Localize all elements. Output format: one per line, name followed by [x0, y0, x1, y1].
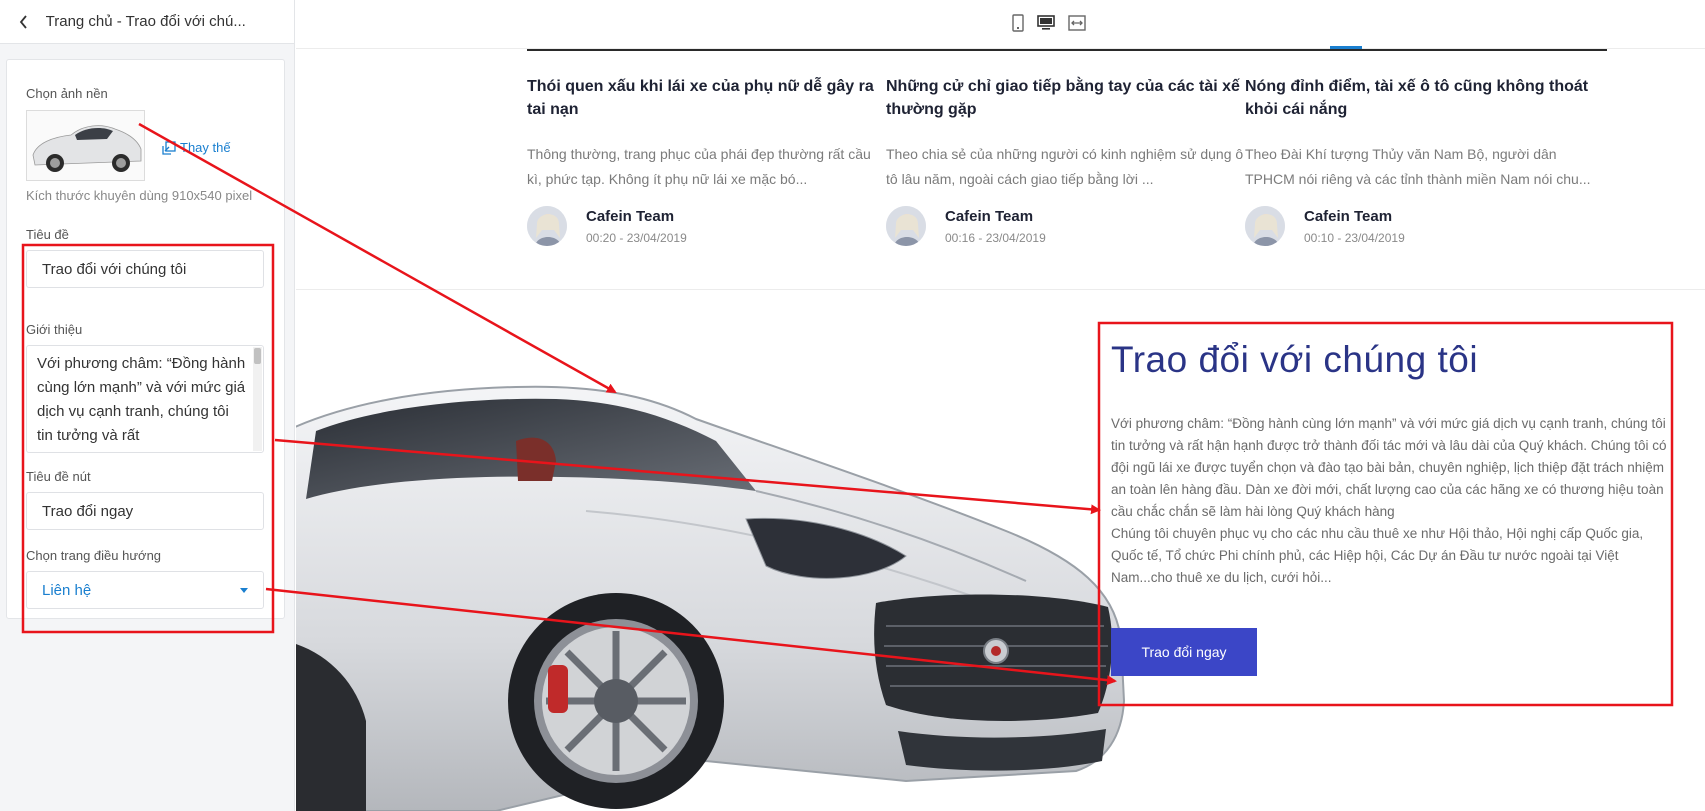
car-thumbnail-image: [27, 111, 144, 180]
intro-textarea[interactable]: Với phương châm: “Đồng hành cùng lớn mạn…: [26, 345, 264, 453]
author-name: Cafein Team: [586, 207, 675, 225]
nav-page-value: Liên hệ: [42, 581, 92, 599]
avatar-image: [886, 206, 926, 246]
author-avatar: [886, 206, 926, 246]
avatar-image: [527, 206, 567, 246]
tablet-icon: [1012, 14, 1024, 32]
panel-title: Trang chủ - Trao đổi với chú...: [45, 13, 246, 30]
post-card[interactable]: Nóng đỉnh điểm, tài xế ô tô cũng không t…: [1245, 49, 1607, 246]
editor-panel: Trang chủ - Trao đổi với chú... Chọn ảnh…: [0, 0, 295, 811]
fullwidth-view-button[interactable]: [1061, 10, 1093, 36]
post-image[interactable]: [1245, 49, 1607, 51]
post-excerpt: Theo chia sẻ của những người có kinh ngh…: [886, 146, 1244, 187]
post-title[interactable]: Thói quen xấu khi lái xe của phụ nữ dễ g…: [527, 75, 889, 121]
chevron-left-icon: [19, 14, 27, 29]
post-time: 00:16 - 23/04/2019: [945, 230, 1046, 245]
size-hint: Kích thước khuyên dùng 910x540 pixel: [26, 188, 253, 203]
page-preview: Thói quen xấu khi lái xe của phụ nữ dễ g…: [296, 49, 1705, 811]
post-time: 00:10 - 23/04/2019: [1304, 230, 1405, 245]
post-image[interactable]: [886, 49, 1248, 51]
replace-image-link[interactable]: Thay thế: [162, 140, 231, 155]
post-title[interactable]: Nóng đỉnh điểm, tài xế ô tô cũng không t…: [1245, 75, 1607, 121]
settings-card: Chọn ảnh nền Thay thế Kích thước khuyên …: [6, 59, 285, 619]
contact-desc-paragraph: Với phương châm: “Đồng hành cùng lớn mạn…: [1111, 416, 1667, 519]
post-author: Cafein Team 00:10 - 23/04/2019: [1245, 206, 1607, 246]
author-avatar: [1245, 206, 1285, 246]
title-label: Tiêu đề: [26, 227, 69, 242]
intro-label: Giới thiệu: [26, 322, 83, 337]
desktop-icon: [1037, 15, 1055, 30]
post-excerpt: Theo Đài Khí tượng Thủy văn Nam Bộ, ngườ…: [1245, 146, 1591, 187]
post-card[interactable]: Những cử chỉ giao tiếp bằng tay của các …: [886, 49, 1248, 246]
back-button[interactable]: [12, 10, 36, 34]
post-excerpt: Thông thường, trang phục của phái đẹp th…: [527, 146, 871, 187]
contact-section: Trao đổi với chúng tôi Với phương châm: …: [1111, 339, 1681, 676]
device-toolbar: [296, 0, 1705, 49]
post-author: Cafein Team 00:20 - 23/04/2019: [527, 206, 889, 246]
nav-page-select[interactable]: Liên hệ: [26, 571, 264, 609]
author-avatar: [527, 206, 567, 246]
avatar-image: [1245, 206, 1285, 246]
post-card[interactable]: Thói quen xấu khi lái xe của phụ nữ dễ g…: [527, 49, 889, 246]
author-name: Cafein Team: [945, 207, 1034, 225]
post-time: 00:20 - 23/04/2019: [586, 230, 687, 245]
contact-button[interactable]: Trao đổi ngay: [1111, 628, 1257, 676]
section-divider: [296, 289, 1705, 290]
nav-page-label: Chọn trang điều hướng: [26, 548, 162, 563]
post-image[interactable]: [527, 49, 889, 51]
textarea-scrollbar[interactable]: [253, 347, 262, 451]
contact-title: Trao đổi với chúng tôi: [1111, 339, 1479, 380]
background-thumbnail[interactable]: [26, 110, 145, 181]
replace-icon: [162, 140, 176, 155]
scrollbar-thumb[interactable]: [254, 348, 261, 364]
car-background-image: [296, 385, 1126, 811]
panel-header: Trang chủ - Trao đổi với chú...: [0, 0, 294, 44]
post-title[interactable]: Những cử chỉ giao tiếp bằng tay của các …: [886, 75, 1248, 121]
desktop-view-button[interactable]: [1030, 10, 1062, 36]
intro-text: Với phương châm: “Đồng hành cùng lớn mạn…: [37, 355, 246, 444]
contact-desc-paragraph: Chúng tôi chuyên phục vụ cho các nhu cầu…: [1111, 526, 1644, 585]
button-title-label: Tiêu đề nút: [26, 469, 91, 484]
background-image-label: Chọn ảnh nền: [26, 86, 108, 101]
title-input[interactable]: Trao đổi với chúng tôi: [26, 250, 264, 288]
button-title-input[interactable]: Trao đổi ngay: [26, 492, 264, 530]
author-name: Cafein Team: [1304, 207, 1393, 225]
contact-description: Với phương châm: “Đồng hành cùng lớn mạn…: [1111, 413, 1671, 589]
replace-label: Thay thế: [180, 140, 231, 155]
post-author: Cafein Team 00:16 - 23/04/2019: [886, 206, 1248, 246]
fullwidth-icon: [1068, 15, 1086, 31]
caret-down-icon: [240, 587, 248, 593]
